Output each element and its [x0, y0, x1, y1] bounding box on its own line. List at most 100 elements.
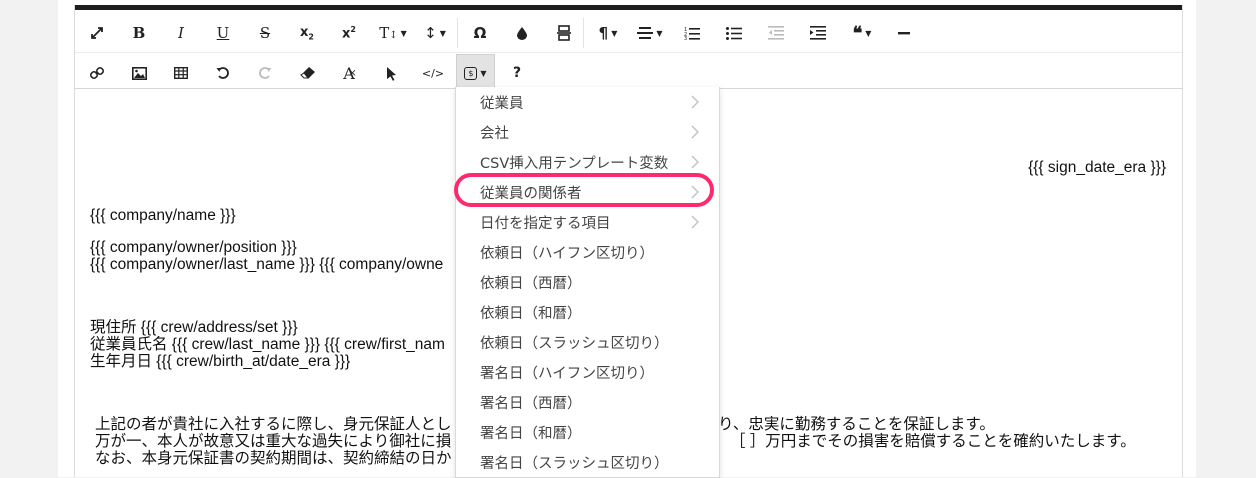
superscript-icon: x2 — [342, 24, 356, 42]
outdent-button[interactable] — [757, 14, 795, 52]
quote-icon: ❝ — [852, 22, 863, 44]
subscript-button[interactable]: x2 — [288, 14, 326, 52]
menu-item-sign-date-hyphen[interactable]: 署名日（ハイフン区切り） — [456, 357, 719, 387]
special-char-button[interactable]: Ω — [461, 14, 499, 52]
menu-item-request-date-slash[interactable]: 依頼日（スラッシュ区切り） — [456, 327, 719, 357]
line-height-button[interactable]: ↕ ▼ — [414, 14, 456, 52]
menu-item-label: 署名日（スラッシュ区切り） — [480, 456, 669, 472]
address-line: 現住所 {{{ crew/address/set }}} — [90, 319, 298, 336]
menu-item-date-fields[interactable]: 日付を指定する項目 — [456, 207, 719, 237]
body-text-line-2: 万が一、本人が故意又は重大な過失により御社に損 — [95, 433, 452, 450]
underline-button[interactable]: U — [204, 14, 242, 52]
line-height-icon: ↕ — [424, 24, 437, 42]
chevron-down-icon: ▼ — [656, 28, 663, 38]
subscript-icon: x2 — [300, 24, 314, 42]
menu-item-sign-date-slash[interactable]: 署名日（スラッシュ区切り） — [456, 447, 719, 477]
menu-item-company[interactable]: 会社 — [456, 117, 719, 147]
superscript-button[interactable]: x2 — [330, 14, 368, 52]
menu-item-employee-related-persons[interactable]: 従業員の関係者 — [456, 177, 719, 207]
chevron-right-icon — [691, 185, 699, 199]
align-button[interactable]: ▼ — [629, 14, 671, 52]
variables-dropdown-menu: 従業員 会社 CSV挿入用テンプレート変数 従業員の関係者 日付を指定する項目 … — [455, 87, 720, 478]
menu-item-label: 依頼日（スラッシュ区切り） — [480, 336, 669, 352]
menu-item-employee[interactable]: 従業員 — [456, 87, 719, 117]
undo-button[interactable] — [204, 54, 242, 92]
menu-item-label: 依頼日（ハイフン区切り） — [480, 246, 654, 262]
menu-item-label: 依頼日（和暦） — [480, 306, 582, 322]
eraser-icon — [299, 67, 315, 79]
redo-icon — [259, 67, 272, 79]
svg-text:3: 3 — [684, 36, 687, 40]
select-button[interactable] — [372, 54, 410, 92]
chevron-down-icon: ▼ — [865, 28, 872, 38]
menu-item-label: 日付を指定する項目 — [480, 216, 611, 232]
underline-icon: U — [216, 24, 230, 42]
chevron-right-icon — [691, 215, 699, 229]
birth-date-line: 生年月日 {{{ crew/birth_at/date_era }}} — [90, 353, 351, 370]
ordered-list-button[interactable]: 123 — [673, 14, 711, 52]
link-icon — [90, 66, 104, 80]
menu-item-label: 従業員 — [480, 96, 524, 112]
table-button[interactable] — [162, 54, 200, 92]
bold-icon: B — [132, 24, 146, 42]
horizontal-rule-button[interactable] — [885, 14, 923, 52]
menu-item-request-date-japanese[interactable]: 依頼日（和暦） — [456, 297, 719, 327]
droplet-icon — [517, 27, 527, 40]
block-icon — [557, 25, 571, 41]
menu-item-request-date-western[interactable]: 依頼日（西暦） — [456, 267, 719, 297]
pilcrow-icon: ¶ — [598, 24, 609, 42]
align-icon — [637, 27, 654, 39]
chevron-down-icon: ▼ — [439, 28, 446, 38]
font-size-button[interactable]: T↕ ▼ — [372, 14, 414, 52]
body-text-line-1-end: り、忠実に勤務することを保証します。 — [718, 416, 995, 433]
toolbar-row-1: B I U S x2 x2 T↕ ▼ ↕ ▼ Ω ¶ ▼ ▼ 1 2 3 ❝ ▼ — [75, 14, 1182, 53]
image-button[interactable] — [120, 54, 158, 92]
fullscreen-button[interactable] — [78, 14, 116, 52]
menu-item-csv-template-vars[interactable]: CSV挿入用テンプレート変数 — [456, 147, 719, 177]
italic-button[interactable]: I — [162, 14, 200, 52]
redo-button[interactable] — [246, 54, 284, 92]
owner-name-placeholder: {{{ company/owner/last_name }}} {{{ comp… — [90, 256, 444, 273]
source-button[interactable]: </> — [414, 54, 452, 92]
variable-icon: $ — [464, 66, 478, 80]
paragraph-button[interactable]: ¶ ▼ — [587, 14, 629, 52]
chevron-right-icon — [691, 155, 699, 169]
indent-button[interactable] — [799, 14, 837, 52]
owner-position-placeholder: {{{ company/owner/position }}} — [90, 239, 297, 256]
code-icon: </> — [421, 66, 445, 80]
block-button[interactable] — [545, 14, 583, 52]
chevron-down-icon: ▼ — [400, 28, 407, 38]
link-button[interactable] — [78, 54, 116, 92]
eraser-button[interactable] — [288, 54, 326, 92]
chevron-down-icon: ▼ — [611, 28, 618, 38]
undo-icon — [216, 67, 229, 79]
strikethrough-button[interactable]: S — [246, 14, 284, 52]
strikethrough-icon: S — [259, 24, 271, 42]
help-icon: ? — [512, 65, 522, 81]
sign-date-placeholder: {{{ sign_date_era }}} — [1028, 159, 1166, 176]
bold-button[interactable]: B — [120, 14, 158, 52]
quote-button[interactable]: ❝ ▼ — [841, 14, 883, 52]
menu-item-label: CSV挿入用テンプレート変数 — [480, 156, 669, 172]
unordered-list-button[interactable] — [715, 14, 753, 52]
menu-item-sign-date-western[interactable]: 署名日（西暦） — [456, 387, 719, 417]
minus-icon — [898, 32, 910, 35]
color-button[interactable] — [503, 14, 541, 52]
indent-icon — [810, 26, 826, 40]
italic-icon: I — [178, 24, 184, 42]
menu-item-sign-date-japanese[interactable]: 署名日（和暦） — [456, 417, 719, 447]
chevron-down-icon: ▼ — [480, 68, 487, 78]
image-icon — [131, 66, 147, 80]
menu-item-request-date-hyphen[interactable]: 依頼日（ハイフン区切り） — [456, 237, 719, 267]
chevron-right-icon — [691, 125, 699, 139]
company-name-placeholder: {{{ company/name }}} — [90, 207, 236, 224]
menu-item-label: 署名日（西暦） — [480, 396, 582, 412]
toolbar-separator — [457, 18, 458, 48]
omega-icon: Ω — [473, 24, 487, 42]
clear-format-icon: A × — [343, 63, 357, 83]
clear-format-button[interactable]: A × — [330, 54, 368, 92]
ordered-list-icon: 123 — [684, 27, 700, 40]
employee-name-line: 従業員氏名 {{{ crew/last_name }}} {{{ crew/fi… — [90, 336, 445, 353]
menu-item-label: 署名日（和暦） — [480, 426, 582, 442]
cursor-icon — [386, 66, 396, 81]
